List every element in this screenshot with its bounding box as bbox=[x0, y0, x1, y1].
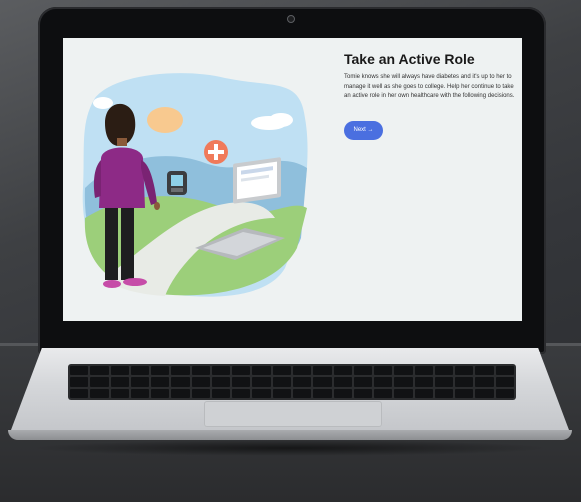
keyboard-key[interactable] bbox=[333, 388, 352, 398]
keyboard-key[interactable] bbox=[211, 366, 231, 376]
keyboard-key[interactable] bbox=[394, 377, 413, 387]
keyboard-key[interactable] bbox=[333, 366, 352, 376]
keyboard-key[interactable] bbox=[110, 388, 129, 398]
keyboard-key[interactable] bbox=[333, 377, 352, 387]
keyboard-key[interactable] bbox=[455, 377, 474, 387]
keyboard-key[interactable] bbox=[211, 377, 231, 387]
keyboard-key[interactable] bbox=[394, 388, 413, 398]
keyboard-key[interactable] bbox=[232, 366, 251, 376]
next-button[interactable]: Next → bbox=[344, 121, 383, 140]
keyboard-key[interactable] bbox=[110, 377, 129, 387]
keyboard-key[interactable] bbox=[272, 388, 291, 398]
intro-line: Tomie knows she will always have diabete… bbox=[344, 74, 512, 80]
keyboard-key[interactable] bbox=[70, 388, 89, 398]
keyboard-key[interactable] bbox=[414, 377, 433, 387]
keyboard-key[interactable] bbox=[353, 366, 373, 376]
trackpad[interactable] bbox=[204, 401, 382, 427]
keyboard-key[interactable] bbox=[495, 366, 514, 376]
keyboard-key[interactable] bbox=[70, 377, 89, 387]
keyboard-key[interactable] bbox=[434, 366, 454, 376]
keyboard-key[interactable] bbox=[475, 388, 494, 398]
keyboard-key[interactable] bbox=[252, 366, 271, 376]
keyboard-key[interactable] bbox=[353, 388, 373, 398]
keyboard-key[interactable] bbox=[90, 377, 109, 387]
keyboard-key[interactable] bbox=[70, 366, 89, 376]
keyboard-key[interactable] bbox=[313, 366, 332, 376]
keyboard-key[interactable] bbox=[130, 388, 150, 398]
keyboard-key[interactable] bbox=[374, 366, 393, 376]
keyboard-key[interactable] bbox=[293, 377, 312, 387]
keyboard-key[interactable] bbox=[475, 366, 494, 376]
keyboard-key[interactable] bbox=[191, 388, 210, 398]
keyboard-key[interactable] bbox=[151, 388, 170, 398]
keyboard-key[interactable] bbox=[232, 388, 251, 398]
keyboard-key[interactable] bbox=[130, 377, 150, 387]
keyboard-key[interactable] bbox=[191, 377, 210, 387]
illustration bbox=[82, 73, 308, 297]
intro-line: manage it well as she goes to college. H… bbox=[344, 83, 514, 90]
keyboard-key[interactable] bbox=[151, 377, 170, 387]
keyboard-key[interactable] bbox=[130, 366, 150, 376]
laptop-screen: Take an Active Role Tomie knows she will… bbox=[63, 38, 522, 321]
keyboard-key[interactable] bbox=[353, 377, 373, 387]
keyboard-key[interactable] bbox=[211, 388, 231, 398]
keyboard-key[interactable] bbox=[313, 377, 332, 387]
keyboard-key[interactable] bbox=[475, 377, 494, 387]
keyboard-key[interactable] bbox=[171, 388, 190, 398]
intro-text: Tomie knows she will always have diabete… bbox=[344, 73, 522, 102]
keyboard-key[interactable] bbox=[455, 388, 474, 398]
keyboard-key[interactable] bbox=[252, 388, 271, 398]
keyboard-key[interactable] bbox=[252, 377, 271, 387]
glucose-meter-icon bbox=[167, 171, 187, 195]
intro-line: an active role in her own healthcare wit… bbox=[344, 93, 515, 100]
keyboard-key[interactable] bbox=[90, 366, 109, 376]
keyboard-key[interactable] bbox=[394, 366, 413, 376]
keyboard-key[interactable] bbox=[293, 388, 312, 398]
keyboard-key[interactable] bbox=[374, 388, 393, 398]
keyboard-key[interactable] bbox=[171, 377, 190, 387]
keyboard-key[interactable] bbox=[495, 388, 514, 398]
keyboard-key[interactable] bbox=[272, 377, 291, 387]
keyboard-key[interactable] bbox=[293, 366, 312, 376]
keyboard-key[interactable] bbox=[191, 366, 210, 376]
keyboard-key[interactable] bbox=[434, 377, 454, 387]
keyboard[interactable] bbox=[68, 364, 516, 400]
keyboard-key[interactable] bbox=[374, 377, 393, 387]
keyboard-key[interactable] bbox=[434, 388, 454, 398]
laptop-shadow bbox=[30, 440, 550, 456]
medical-cross-icon bbox=[204, 140, 228, 164]
keyboard-key[interactable] bbox=[414, 366, 433, 376]
keyboard-key[interactable] bbox=[272, 366, 291, 376]
keyboard-key[interactable] bbox=[90, 388, 109, 398]
laptop-front-edge bbox=[8, 430, 572, 440]
keyboard-key[interactable] bbox=[455, 366, 474, 376]
keyboard-key[interactable] bbox=[495, 377, 514, 387]
page-title: Take an Active Role bbox=[344, 51, 475, 67]
keyboard-key[interactable] bbox=[171, 366, 190, 376]
webcam bbox=[287, 15, 295, 23]
keyboard-key[interactable] bbox=[110, 366, 129, 376]
keyboard-key[interactable] bbox=[414, 388, 433, 398]
keyboard-key[interactable] bbox=[151, 366, 170, 376]
keyboard-key[interactable] bbox=[313, 388, 332, 398]
keyboard-key[interactable] bbox=[232, 377, 251, 387]
